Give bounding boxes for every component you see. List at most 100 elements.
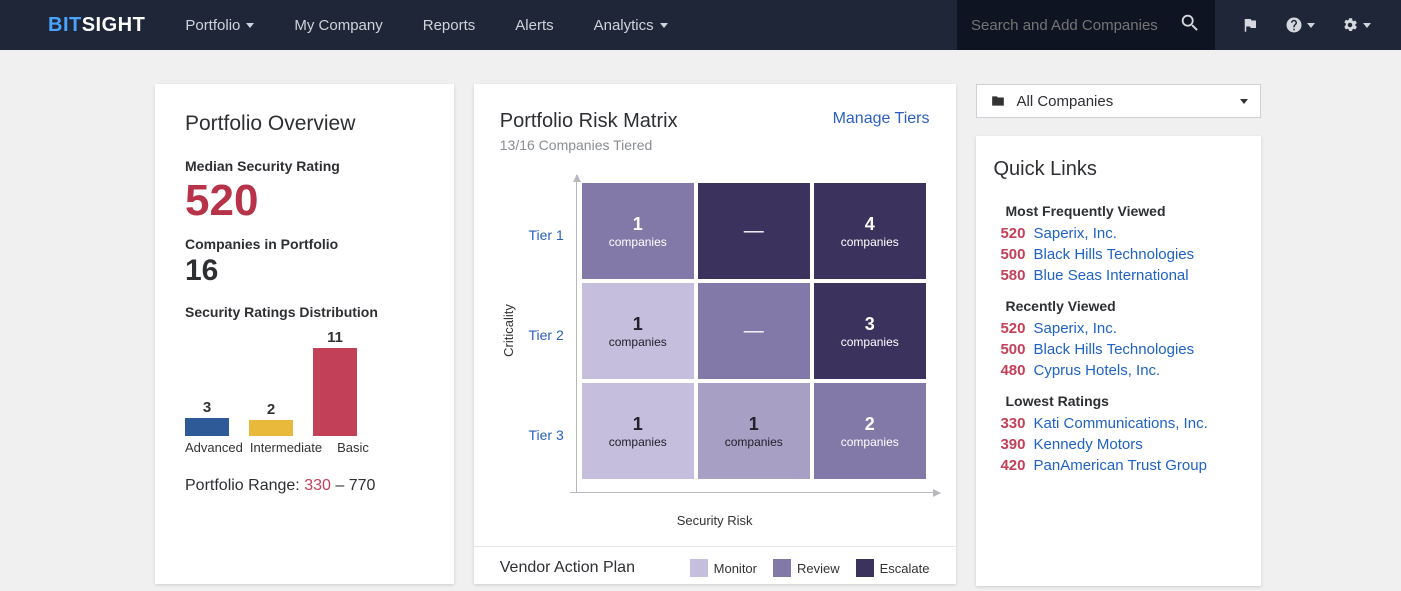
nav-portfolio[interactable]: Portfolio (185, 17, 254, 34)
chevron-down-icon (1307, 23, 1315, 28)
rating-value: 520 (994, 320, 1026, 337)
y-axis-text: Criticality (501, 304, 516, 357)
quick-link-item[interactable]: 520 Saperix, Inc. (994, 320, 1244, 337)
cell-count: 3 (865, 314, 875, 335)
quick-link-item[interactable]: 500 Black Hills Technologies (994, 341, 1244, 358)
logo[interactable]: BITSIGHT (48, 14, 145, 37)
group-lowest-ratings: Lowest Ratings (1006, 393, 1244, 409)
legend: Monitor Review Escalate (690, 559, 930, 577)
bar-label: Advanced (185, 440, 239, 455)
legend-escalate[interactable]: Escalate (856, 559, 930, 577)
company-name: Blue Seas International (1034, 267, 1189, 284)
top-nav: BITSIGHT Portfolio My Company Reports Al… (0, 0, 1401, 50)
matrix-cell-t1-high[interactable]: 4companies (814, 183, 926, 279)
company-name: Black Hills Technologies (1034, 341, 1195, 358)
quick-links-card: Quick Links Most Frequently Viewed 520Sa… (976, 136, 1262, 586)
rating-value: 390 (994, 436, 1026, 453)
matrix-cell-t2-low[interactable]: 1companies (582, 283, 694, 379)
y-axis-line (576, 175, 577, 493)
matrix-cell-t1-mid[interactable]: — (698, 183, 810, 279)
bar-value: 11 (327, 329, 343, 346)
rating-value: 420 (994, 457, 1026, 474)
distribution-chart: 3 2 11 (185, 326, 424, 436)
help-icon[interactable] (1285, 16, 1315, 34)
search-icon[interactable] (1179, 12, 1201, 38)
bar-basic[interactable]: 11 (313, 329, 357, 436)
rating-value: 520 (994, 225, 1026, 242)
tier-3-label[interactable]: Tier 3 (518, 385, 572, 485)
legend-review[interactable]: Review (773, 559, 840, 577)
matrix-grid: 1companies — 4companies 1companies — 3co… (572, 175, 926, 485)
tier-1-label[interactable]: Tier 1 (518, 185, 572, 285)
search-input[interactable] (971, 17, 1173, 34)
tier-labels: Tier 1 Tier 2 Tier 3 (518, 175, 572, 485)
company-name: Kati Communications, Inc. (1034, 415, 1208, 432)
distribution-categories: Advanced Intermediate Basic (185, 440, 424, 455)
range-label: Portfolio Range: (185, 477, 304, 494)
company-selector[interactable]: All Companies (976, 84, 1262, 118)
nav-reports[interactable]: Reports (423, 17, 476, 34)
quick-link-item[interactable]: 580Blue Seas International (994, 267, 1244, 284)
cell-unit: companies (841, 335, 899, 349)
cell-count: — (744, 220, 764, 243)
matrix-title: Portfolio Risk Matrix (500, 110, 678, 133)
logo-part-1: BIT (48, 14, 82, 36)
legend-label: Escalate (880, 561, 930, 576)
cell-unit: companies (609, 435, 667, 449)
matrix-cell-t3-low[interactable]: 1companies (582, 383, 694, 479)
nav-label: Analytics (594, 17, 654, 34)
legend-label: Monitor (714, 561, 757, 576)
matrix-cell-t2-high[interactable]: 3companies (814, 283, 926, 379)
bar-intermediate[interactable]: 2 (249, 401, 293, 436)
gear-icon[interactable] (1341, 16, 1371, 34)
bar-advanced[interactable]: 3 (185, 399, 229, 436)
manage-tiers-link[interactable]: Manage Tiers (833, 110, 930, 128)
quick-link-item[interactable]: 330 Kati Communications, Inc. (994, 415, 1244, 432)
nav-alerts[interactable]: Alerts (515, 17, 553, 34)
matrix-cell-t3-high[interactable]: 2companies (814, 383, 926, 479)
rating-value: 500 (994, 341, 1026, 358)
rating-value: 330 (994, 415, 1026, 432)
chevron-down-icon (1240, 99, 1248, 104)
distribution-label: Security Ratings Distribution (185, 304, 424, 320)
quick-link-item[interactable]: 480Cyprus Hotels, Inc. (994, 362, 1244, 379)
matrix-cell-t1-low[interactable]: 1companies (582, 183, 694, 279)
quick-link-item[interactable]: 420PanAmerican Trust Group (994, 457, 1244, 474)
logo-part-2: SIGHT (82, 14, 146, 36)
nav-label: Alerts (515, 17, 553, 34)
company-name: Black Hills Technologies (1034, 246, 1195, 263)
company-name: Saperix, Inc. (1034, 225, 1117, 242)
rating-value: 500 (994, 246, 1026, 263)
flag-icon[interactable] (1241, 16, 1259, 34)
portfolio-overview-card: Portfolio Overview Median Security Ratin… (155, 84, 454, 584)
quick-link-item[interactable]: 390Kennedy Motors (994, 436, 1244, 453)
folder-icon (989, 94, 1007, 108)
tier-2-label[interactable]: Tier 2 (518, 285, 572, 385)
company-count-label: Companies in Portfolio (185, 236, 424, 252)
cell-count: 4 (865, 214, 875, 235)
nav-analytics[interactable]: Analytics (594, 17, 668, 34)
matrix-cell-t3-mid[interactable]: 1companies (698, 383, 810, 479)
median-rating-value: 520 (185, 176, 424, 226)
selector-value: All Companies (1017, 93, 1241, 110)
quick-link-item[interactable]: 500 Black Hills Technologies (994, 246, 1244, 263)
quick-link-item[interactable]: 520 Saperix, Inc. (994, 225, 1244, 242)
nav-label: Portfolio (185, 17, 240, 34)
nav-my-company[interactable]: My Company (294, 17, 382, 34)
company-name: Saperix, Inc. (1034, 320, 1117, 337)
chevron-down-icon (1363, 23, 1371, 28)
bar-rect (313, 348, 357, 436)
cell-count: 1 (749, 414, 759, 435)
bar-rect (249, 420, 293, 436)
group-recently-viewed: Recently Viewed (1006, 298, 1244, 314)
cell-unit: companies (841, 235, 899, 249)
legend-monitor[interactable]: Monitor (690, 559, 757, 577)
swatch-icon (773, 559, 791, 577)
cell-unit: companies (609, 235, 667, 249)
company-name: Cyprus Hotels, Inc. (1034, 362, 1161, 379)
cell-count: — (744, 320, 764, 343)
matrix-cell-t2-mid[interactable]: — (698, 283, 810, 379)
cell-count: 1 (633, 414, 643, 435)
cell-unit: companies (609, 335, 667, 349)
search-box[interactable] (957, 0, 1215, 50)
